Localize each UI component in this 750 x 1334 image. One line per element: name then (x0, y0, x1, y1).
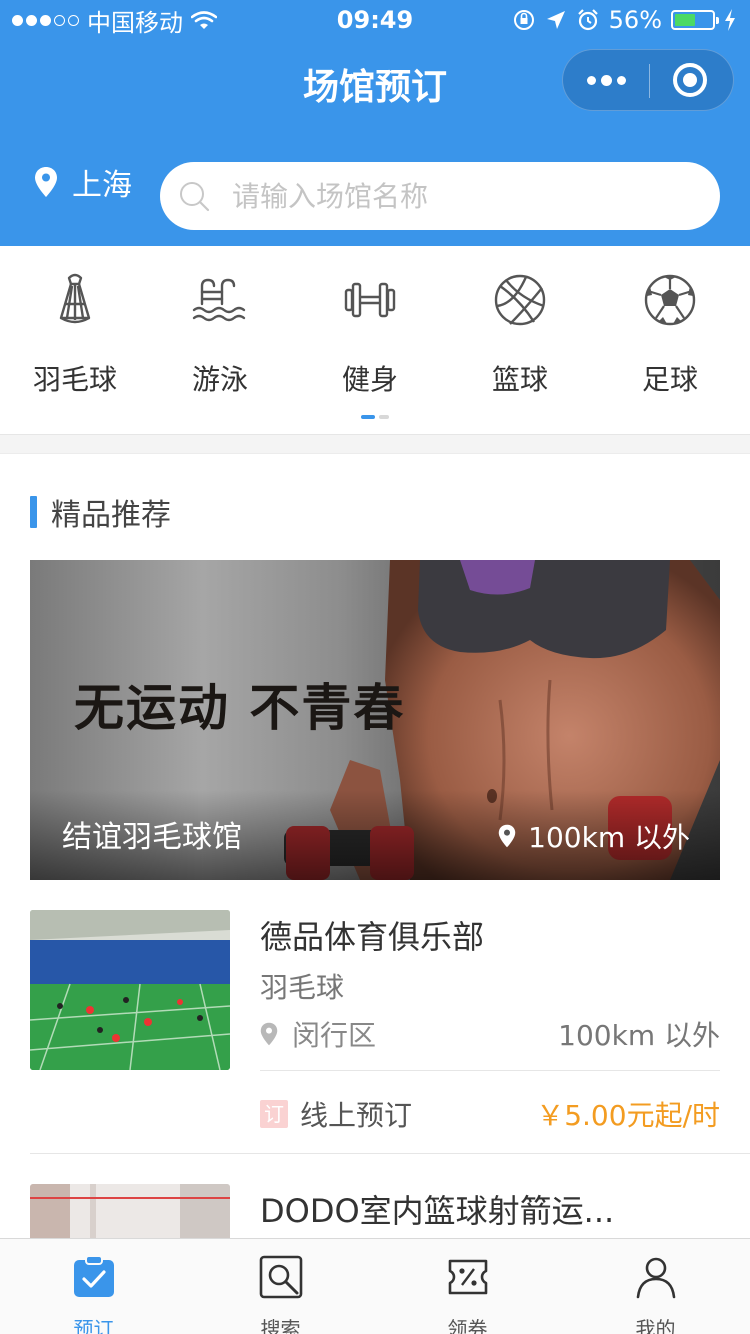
status-right: 56% (512, 6, 736, 34)
search-box[interactable] (160, 162, 720, 230)
category-pager (361, 415, 389, 419)
venue-price: ￥5.00元起/时 (536, 1099, 720, 1132)
venue-card-divider (260, 1070, 720, 1071)
city-selector[interactable]: 上海 (34, 162, 132, 203)
charging-icon (725, 9, 735, 31)
category-fitness[interactable]: 健身 (295, 270, 445, 398)
tab-booking[interactable]: 预订 (0, 1239, 187, 1334)
section-title: 精品推荐 (51, 498, 171, 533)
battery-level (675, 14, 696, 26)
search-input[interactable] (232, 179, 672, 213)
shuttlecock-icon (59, 273, 91, 324)
bottom-tab-bar: 预订 搜索 领券 我的 (0, 1238, 750, 1334)
venue-thumbnail (30, 910, 230, 1070)
close-mini-program-button[interactable] (673, 63, 707, 97)
banner-distance: 100km 以外 (498, 816, 690, 856)
alarm-icon (577, 9, 598, 31)
section-accent-bar (30, 496, 37, 528)
venue-address: 闵行区 (260, 1014, 376, 1054)
tab-label: 我的 (635, 1317, 676, 1334)
venue-card[interactable]: 德品体育俱乐部 羽毛球 闵行区 100km 以外 订 线上预订 ￥5.00元起/… (30, 910, 720, 1140)
tab-search[interactable]: 搜索 (187, 1239, 374, 1334)
venue-card[interactable]: DODO室内篮球射箭运... (30, 1184, 720, 1238)
tab-profile[interactable]: 我的 (562, 1239, 749, 1334)
banner-distance-text: 100km 以外 (528, 821, 690, 854)
venue-name: DODO室内篮球射箭运... (260, 1192, 615, 1230)
swimming-icon (192, 278, 246, 322)
category-swimming[interactable]: 游泳 (145, 270, 295, 398)
dumbbell-icon (344, 282, 396, 318)
location-pin-icon (498, 824, 516, 848)
banner-slogan: 无运动 不青春 (74, 678, 406, 737)
location-pin-icon (260, 1022, 278, 1046)
booking-tag: 订 (260, 1100, 288, 1128)
mini-program-capsule (562, 49, 734, 111)
venue-distance: 100km 以外 (558, 1019, 720, 1052)
pager-dot-active (361, 415, 375, 419)
status-bar: 中国移动 09:49 56% (0, 0, 750, 40)
category-label: 健身 (341, 363, 398, 396)
tab-label: 领券 (447, 1317, 488, 1334)
venue-sport: 羽毛球 (260, 971, 345, 1004)
venue-thumbnail (30, 1184, 230, 1238)
featured-venue-banner[interactable]: 无运动 不青春 结谊羽毛球馆 100km 以外 (30, 560, 720, 880)
section-header: 精品推荐 (30, 490, 171, 534)
banner-venue-name: 结谊羽毛球馆 (62, 820, 242, 855)
navigation-bar: 场馆预订 (0, 40, 750, 128)
venue-photo (30, 910, 230, 1070)
profile-icon (636, 1257, 675, 1299)
category-label: 足球 (641, 363, 698, 396)
rotation-lock-icon (513, 10, 534, 30)
city-name: 上海 (72, 168, 132, 203)
battery-percent: 56% (608, 6, 662, 34)
section-divider (0, 434, 750, 454)
category-badminton[interactable]: 羽毛球 (0, 270, 150, 398)
category-label: 游泳 (191, 363, 248, 396)
category-grid: 羽毛球 游泳 健身 篮球 足球 (0, 246, 750, 434)
category-label: 羽毛球 (32, 363, 117, 396)
category-label: 篮球 (491, 363, 548, 396)
list-divider (30, 1153, 750, 1154)
category-basketball[interactable]: 篮球 (445, 270, 595, 398)
battery-icon (671, 10, 719, 30)
capsule-divider (649, 64, 650, 98)
booking-label: 线上预订 (300, 1099, 413, 1132)
venue-photo (30, 1184, 230, 1238)
pager-dot (379, 415, 389, 419)
search-icon (180, 182, 210, 212)
search-header: 上海 (0, 128, 750, 246)
tab-label: 预订 (73, 1317, 114, 1334)
booking-icon (73, 1255, 114, 1297)
basketball-icon (494, 274, 546, 326)
tab-label: 搜索 (260, 1317, 301, 1334)
search-icon (259, 1255, 302, 1299)
location-arrow-icon (546, 11, 565, 29)
venue-district: 闵行区 (292, 1019, 377, 1052)
online-booking: 订 线上预订 (260, 1094, 412, 1134)
soccer-ball-icon (644, 274, 696, 326)
more-menu-button[interactable] (563, 50, 649, 110)
coupon-icon (448, 1259, 487, 1295)
venue-name: 德品体育俱乐部 (260, 918, 485, 956)
location-pin-icon (35, 167, 57, 197)
tab-coupons[interactable]: 领券 (374, 1239, 561, 1334)
category-soccer[interactable]: 足球 (595, 270, 745, 398)
